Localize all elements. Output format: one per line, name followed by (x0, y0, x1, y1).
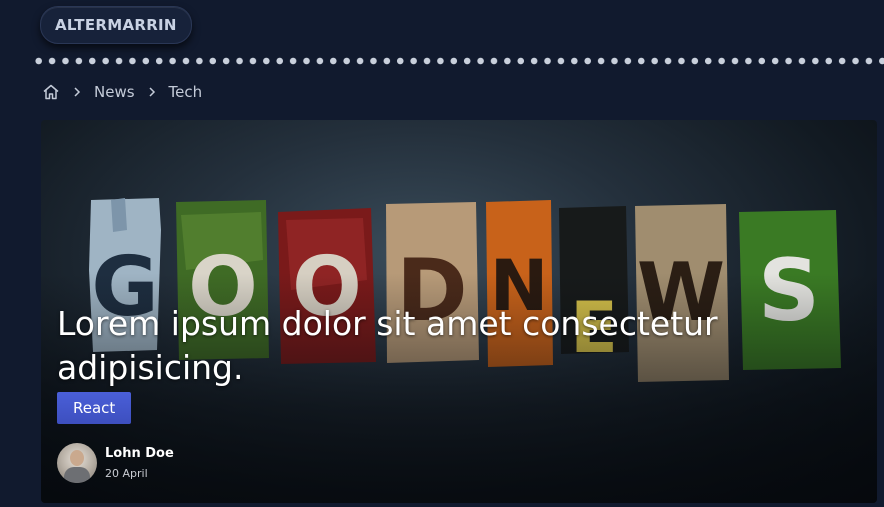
breadcrumb: News Tech (42, 80, 202, 104)
dotted-divider (32, 57, 884, 65)
chevron-right-icon (70, 85, 84, 99)
breadcrumb-item-tech[interactable]: Tech (169, 83, 203, 101)
author-name[interactable]: Lohn Doe (105, 446, 174, 461)
publish-date: 20 April (105, 467, 148, 480)
breadcrumb-item-news[interactable]: News (94, 83, 135, 101)
category-tag[interactable]: React (57, 392, 132, 424)
hero-card[interactable]: G O O D N E W S Lorem ipsum dolor sit am… (41, 120, 877, 503)
chevron-right-icon (145, 85, 159, 99)
avatar[interactable] (57, 443, 97, 483)
author-info: Lohn Doe 20 April (57, 443, 174, 483)
article-title[interactable]: Lorem ipsum dolor sit amet consectetur a… (57, 302, 757, 390)
brand-button[interactable]: ALTERMARRIN (40, 6, 192, 44)
home-icon[interactable] (42, 83, 60, 101)
